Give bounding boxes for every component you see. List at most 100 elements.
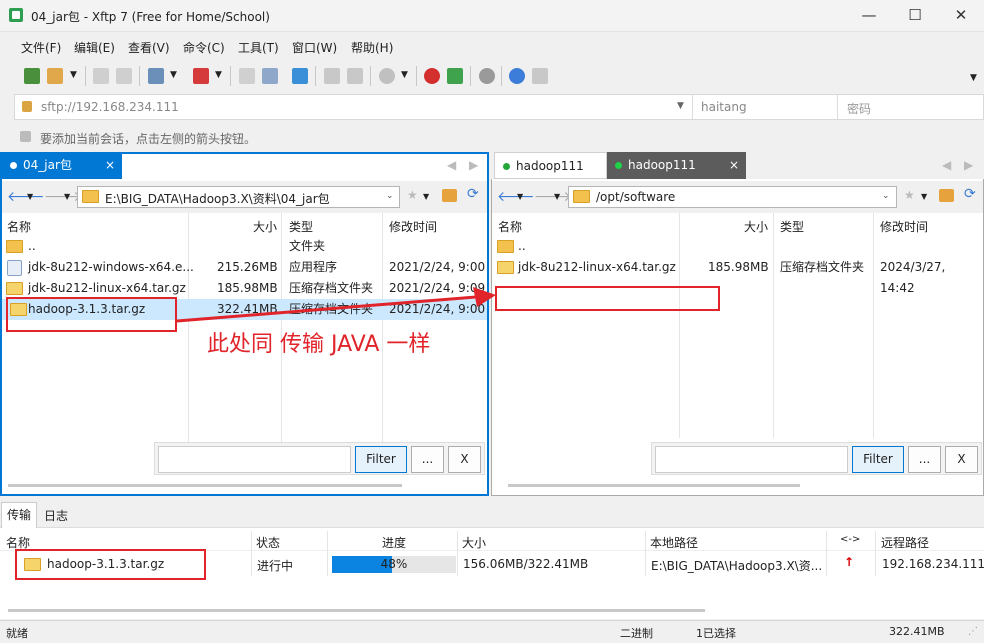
menu-edit[interactable]: 编辑(E) bbox=[74, 39, 115, 56]
help-icon[interactable] bbox=[509, 68, 525, 84]
tab-local[interactable]: 04_jar包 × bbox=[2, 152, 122, 179]
horizontal-scrollbar[interactable] bbox=[8, 484, 402, 487]
password-input[interactable]: 密码 bbox=[847, 100, 871, 117]
tab-remote-2[interactable]: hadoop111 × bbox=[607, 152, 746, 179]
col-direction[interactable]: <-> bbox=[840, 534, 860, 545]
tab-remote-1[interactable]: hadoop111 bbox=[494, 152, 607, 179]
col-type[interactable]: 类型 bbox=[780, 218, 804, 235]
menu-file[interactable]: 文件(F) bbox=[21, 39, 61, 56]
path-dropdown-icon[interactable]: ⌄ bbox=[386, 191, 394, 201]
host-input[interactable]: sftp://192.168.234.111 bbox=[41, 100, 179, 114]
forward-icon[interactable]: 🡒 bbox=[44, 188, 82, 205]
toolbar-overflow-icon[interactable]: ▼ bbox=[970, 73, 977, 83]
filter-button[interactable]: Filter bbox=[355, 446, 407, 473]
gear-icon[interactable] bbox=[479, 68, 495, 84]
username-input[interactable]: haitang bbox=[701, 100, 747, 114]
col-size[interactable]: 大小 bbox=[462, 534, 486, 551]
back-icon[interactable]: 🡐 bbox=[7, 188, 45, 205]
col-status[interactable]: 状态 bbox=[256, 534, 280, 551]
host-dropdown-icon[interactable]: ▼ bbox=[677, 101, 684, 111]
filter-clear-button[interactable]: X bbox=[945, 446, 978, 473]
connect-icon[interactable] bbox=[93, 68, 109, 84]
local-path-input[interactable]: E:\BIG_DATA\Hadoop3.X\资料\04_jar包 ⌄ bbox=[77, 186, 400, 208]
maximize-button[interactable]: ☐ bbox=[892, 0, 938, 32]
filter-input[interactable] bbox=[158, 446, 351, 473]
bookmark-star-icon[interactable]: ★ bbox=[904, 188, 915, 202]
properties-icon[interactable] bbox=[148, 68, 164, 84]
properties-dropdown-icon[interactable]: ▼ bbox=[170, 70, 177, 80]
sync-icon[interactable] bbox=[292, 68, 308, 84]
open-dropdown-icon[interactable]: ▼ bbox=[70, 70, 77, 80]
col-remote-path[interactable]: 远程路径 bbox=[881, 534, 929, 551]
col-type[interactable]: 类型 bbox=[289, 218, 313, 235]
bookmark-star-icon[interactable]: ★ bbox=[407, 188, 418, 202]
back-dropdown-icon[interactable]: ▼ bbox=[27, 192, 33, 201]
star-dropdown-icon[interactable]: ▼ bbox=[921, 192, 927, 201]
col-date[interactable]: 修改时间 bbox=[880, 218, 928, 235]
copy-icon[interactable] bbox=[324, 68, 340, 84]
home-folder-icon[interactable] bbox=[939, 189, 954, 202]
tab-transfer[interactable]: 传输 bbox=[1, 502, 37, 528]
menu-window[interactable]: 窗口(W) bbox=[292, 39, 337, 56]
bookmark-icon[interactable] bbox=[20, 131, 31, 142]
open-folder-icon[interactable] bbox=[47, 68, 63, 84]
chat-icon[interactable] bbox=[532, 68, 548, 84]
menu-tools[interactable]: 工具(T) bbox=[238, 39, 279, 56]
tab-next-icon[interactable]: ▶ bbox=[964, 158, 973, 172]
menu-command[interactable]: 命令(C) bbox=[183, 39, 225, 56]
star-dropdown-icon[interactable]: ▼ bbox=[423, 192, 429, 201]
tab-prev-icon[interactable]: ◀ bbox=[942, 158, 951, 172]
back-icon[interactable]: 🡐 bbox=[497, 188, 535, 205]
filter-more-button[interactable]: ... bbox=[908, 446, 941, 473]
session-hint: 要添加当前会话，点击左侧的箭头按钮。 bbox=[40, 132, 257, 146]
col-name[interactable]: 名称 bbox=[498, 218, 522, 235]
path-dropdown-icon[interactable]: ⌄ bbox=[882, 191, 890, 201]
refresh-icon[interactable]: ⟳ bbox=[964, 186, 976, 202]
file-row[interactable]: jdk-8u212-windows-x64.e... 215.26MB 应用程序… bbox=[2, 257, 487, 278]
tab-prev-icon[interactable]: ◀ bbox=[447, 158, 456, 172]
col-size[interactable]: 大小 bbox=[253, 218, 277, 235]
remote-path-input[interactable]: /opt/software ⌄ bbox=[568, 186, 897, 208]
remote-path-text: /opt/software bbox=[596, 190, 676, 204]
col-size[interactable]: 大小 bbox=[744, 218, 768, 235]
filter-clear-button[interactable]: X bbox=[448, 446, 481, 473]
horizontal-scrollbar[interactable] bbox=[508, 484, 800, 487]
xshell-icon[interactable] bbox=[424, 68, 440, 84]
stop-dropdown-icon[interactable]: ▼ bbox=[401, 70, 408, 80]
forward-icon[interactable]: 🡒 bbox=[534, 188, 572, 205]
tab-close-icon[interactable]: × bbox=[729, 152, 739, 179]
paste-icon[interactable] bbox=[347, 68, 363, 84]
file-row[interactable]: jdk-8u212-linux-x64.tar.gz 185.98MB 压缩存档… bbox=[492, 257, 983, 295]
home-folder-icon[interactable] bbox=[442, 189, 457, 202]
minimize-button[interactable]: — bbox=[846, 0, 892, 32]
col-progress[interactable]: 进度 bbox=[382, 534, 406, 551]
transfer-scrollbar[interactable] bbox=[8, 609, 705, 612]
menu-view[interactable]: 查看(V) bbox=[128, 39, 170, 56]
refresh-icon[interactable]: ⟳ bbox=[467, 186, 479, 202]
xftp-icon[interactable] bbox=[447, 68, 463, 84]
filter-more-button[interactable]: ... bbox=[411, 446, 444, 473]
download-icon[interactable] bbox=[262, 68, 278, 84]
col-date[interactable]: 修改时间 bbox=[389, 218, 437, 235]
forward-dropdown-icon[interactable]: ▼ bbox=[64, 192, 70, 201]
forward-dropdown-icon[interactable]: ▼ bbox=[554, 192, 560, 201]
resize-grip-icon[interactable]: ⋰ bbox=[968, 626, 978, 637]
close-button[interactable]: ✕ bbox=[938, 0, 984, 32]
transfer-icon[interactable] bbox=[193, 68, 209, 84]
stop-icon[interactable] bbox=[379, 68, 395, 84]
new-session-icon[interactable] bbox=[24, 68, 40, 84]
tab-next-icon[interactable]: ▶ bbox=[469, 158, 478, 172]
file-row[interactable]: .. bbox=[492, 236, 983, 257]
disconnect-icon[interactable] bbox=[116, 68, 132, 84]
filter-button[interactable]: Filter bbox=[852, 446, 904, 473]
tab-close-icon[interactable]: × bbox=[105, 152, 115, 179]
back-dropdown-icon[interactable]: ▼ bbox=[517, 192, 523, 201]
transfer-dropdown-icon[interactable]: ▼ bbox=[215, 70, 222, 80]
filter-input[interactable] bbox=[655, 446, 848, 473]
menu-help[interactable]: 帮助(H) bbox=[351, 39, 393, 56]
tab-log[interactable]: 日志 bbox=[44, 507, 68, 524]
col-name[interactable]: 名称 bbox=[7, 218, 31, 235]
col-local-path[interactable]: 本地路径 bbox=[650, 534, 698, 551]
file-row[interactable]: .. 文件夹 bbox=[2, 236, 487, 257]
upload-icon[interactable] bbox=[239, 68, 255, 84]
